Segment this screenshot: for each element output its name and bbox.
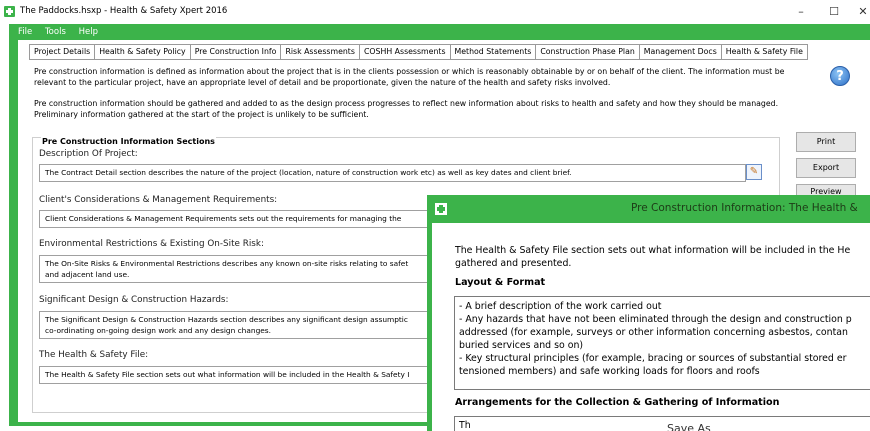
layout-format-textarea[interactable]: - A brief description of the work carrie…	[454, 296, 870, 390]
sections-title: Pre Construction Information Sections	[41, 137, 216, 146]
save-as-button[interactable]: Save As	[667, 422, 711, 431]
title-bar: The Paddocks.hsxp - Health & Safety Xper…	[0, 0, 870, 24]
maximize-button[interactable]: ☐	[820, 3, 848, 21]
section-label-design-hazards: Significant Design & Construction Hazard…	[39, 295, 229, 305]
menu-bar: File Tools Help	[18, 27, 108, 40]
tab-health-safety-policy[interactable]: Health & Safety Policy	[95, 45, 191, 59]
close-button[interactable]: ✕	[849, 3, 870, 21]
section-label-environmental-restrictions: Environmental Restrictions & Existing On…	[39, 239, 264, 249]
section-editor-dialog: Pre Construction Information: The Health…	[427, 195, 870, 431]
section-label-health-safety-file: The Health & Safety File:	[39, 350, 149, 360]
edit-pencil-icon[interactable]: ✎	[746, 164, 762, 180]
dialog-title: Pre Construction Information: The Health…	[631, 202, 858, 214]
tab-coshh-assessments[interactable]: COSHH Assessments	[360, 45, 451, 59]
app-icon	[4, 6, 15, 17]
print-button[interactable]: Print	[796, 132, 856, 152]
help-icon[interactable]: ?	[830, 66, 850, 86]
tab-method-statements[interactable]: Method Statements	[451, 45, 537, 59]
arrangements-textarea[interactable]: Th	[454, 416, 870, 431]
tab-project-details[interactable]: Project Details	[30, 45, 96, 59]
menu-help[interactable]: Help	[79, 27, 98, 37]
dialog-intro: The Health & Safety File section sets ou…	[455, 245, 851, 269]
layout-format-heading: Layout & Format	[455, 277, 546, 288]
tab-strip: Project Details Health & Safety Policy P…	[29, 44, 808, 60]
section-field-description[interactable]: The Contract Detail section describes th…	[39, 164, 746, 182]
export-button[interactable]: Export	[796, 158, 856, 178]
tab-management-docs[interactable]: Management Docs	[640, 45, 722, 59]
window-title: The Paddocks.hsxp - Health & Safety Xper…	[20, 6, 228, 16]
section-label-description: Description Of Project:	[39, 149, 138, 159]
menu-tools[interactable]: Tools	[45, 27, 66, 37]
menu-file[interactable]: File	[18, 27, 32, 37]
tab-risk-assessments[interactable]: Risk Assessments	[281, 45, 360, 59]
tab-pre-construction-info[interactable]: Pre Construction Info	[190, 45, 282, 59]
dialog-body: The Health & Safety File section sets ou…	[432, 223, 870, 431]
tab-construction-phase-plan[interactable]: Construction Phase Plan	[536, 45, 640, 59]
arrangements-heading: Arrangements for the Collection & Gather…	[455, 397, 780, 408]
tab-health-safety-file[interactable]: Health & Safety File	[722, 45, 807, 59]
intro-paragraph-2: Pre construction information should be g…	[34, 99, 779, 119]
minimize-button[interactable]: –	[787, 3, 815, 21]
intro-paragraph-1: Pre construction information is defined …	[34, 67, 785, 87]
dialog-app-icon	[435, 203, 447, 215]
section-label-client-considerations: Client's Considerations & Management Req…	[39, 195, 278, 205]
